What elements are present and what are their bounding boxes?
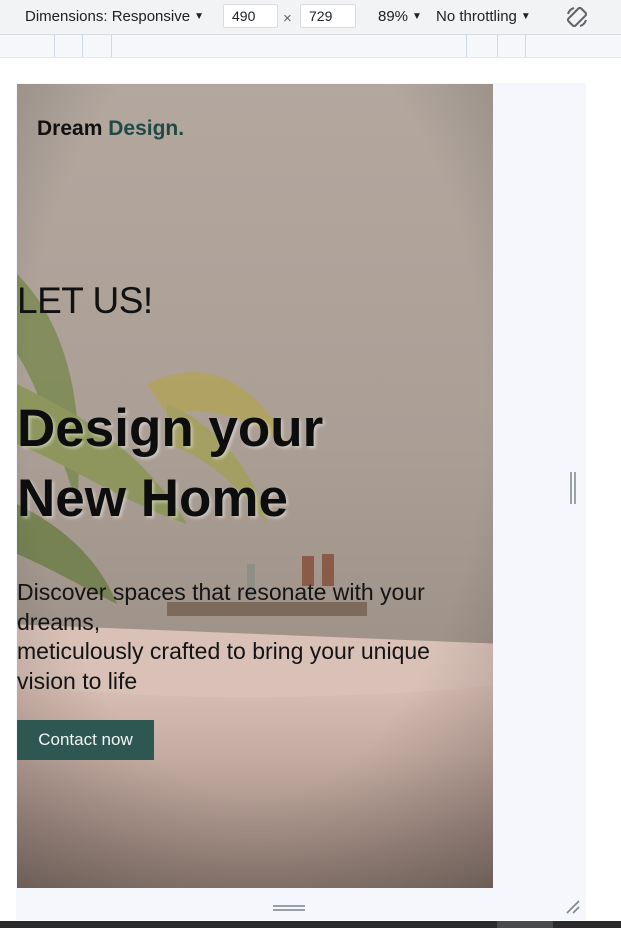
description-line: dreams, (17, 608, 101, 635)
throttling-dropdown[interactable]: No throttling ▼ (436, 8, 531, 25)
ruler-tick (82, 35, 83, 57)
chevron-down-icon: ▼ (412, 11, 422, 22)
ruler-tick (54, 35, 55, 57)
headline-line: Design your (17, 399, 324, 458)
site-viewport: Dream Design. LET US! Design your New Ho… (17, 84, 493, 888)
description-line: vision to life (17, 667, 138, 694)
height-input[interactable] (300, 4, 356, 28)
brand-first: Dream (37, 117, 103, 140)
zoom-label: 89% (378, 8, 409, 25)
hero-description: Discover spaces that resonate with your … (17, 578, 487, 696)
description-line: meticulously crafted to bring your uniqu… (17, 638, 430, 664)
device-toolbar: Dimensions: Responsive▼ × 89%▼ No thrott… (0, 0, 621, 35)
ruler-tick (466, 35, 467, 57)
chevron-down-icon: ▼ (520, 11, 531, 22)
throttling-label: No throttling (436, 8, 517, 25)
resize-corner-icon[interactable] (565, 899, 581, 915)
dimensions-label: Dimensions: Responsive (25, 8, 191, 25)
taskbar-item[interactable] (497, 921, 553, 928)
media-query-ruler (0, 35, 621, 58)
grip-icon (570, 472, 576, 504)
resize-handle-right[interactable] (562, 83, 586, 896)
grip-icon (273, 905, 305, 911)
chevron-down-icon: ▼ (194, 11, 204, 22)
zoom-dropdown[interactable]: 89% ▼ (378, 8, 422, 25)
rotate-icon[interactable] (565, 5, 589, 29)
resize-handle-bottom[interactable] (16, 896, 586, 920)
contact-now-button[interactable]: Contact now (17, 720, 154, 760)
dimensions-dropdown[interactable]: Dimensions: Responsive ▼ (25, 8, 204, 25)
brand-second: Design. (108, 117, 185, 140)
width-input[interactable] (223, 4, 278, 28)
hero-kicker: LET US! (17, 280, 153, 321)
hero-headline: Design your New Home (17, 394, 323, 534)
headline-line: New Home (17, 469, 288, 528)
ruler-tick (497, 35, 498, 57)
times-separator: × (283, 10, 292, 27)
ruler-tick (111, 35, 112, 57)
brand-logo[interactable]: Dream Design. (37, 117, 184, 141)
os-taskbar (0, 921, 621, 928)
description-line: Discover spaces that resonate with your (17, 579, 425, 605)
ruler-tick (525, 35, 526, 57)
